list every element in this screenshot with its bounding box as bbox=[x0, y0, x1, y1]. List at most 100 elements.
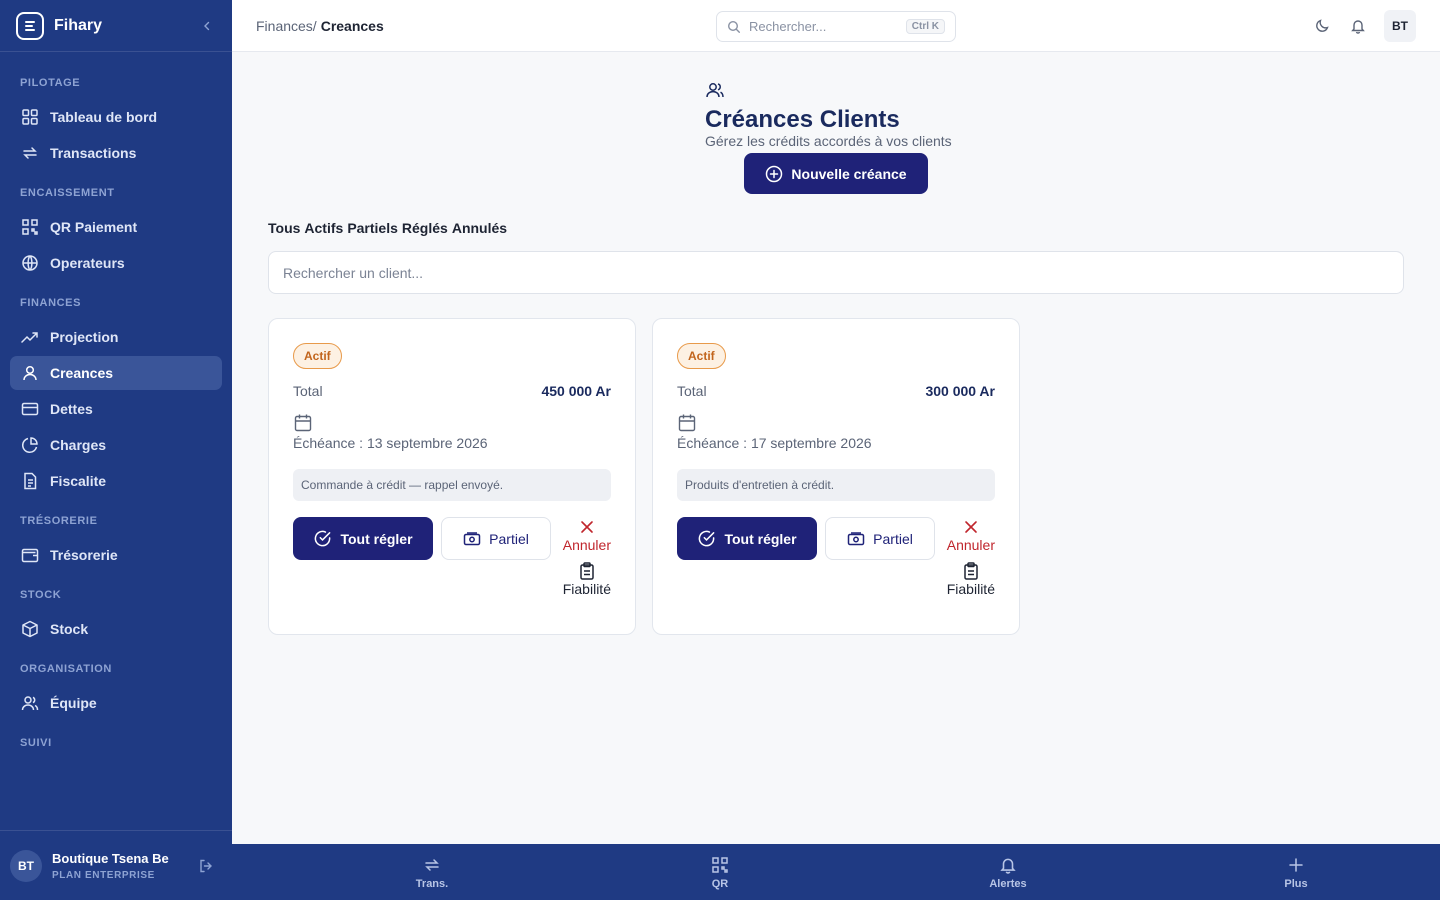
sidebar-item-dettes[interactable]: Dettes bbox=[10, 392, 222, 426]
partial-label: Partiel bbox=[873, 530, 913, 547]
bottom-nav-plus[interactable]: Plus bbox=[1256, 844, 1336, 900]
sidebar-item-projection[interactable]: Projection bbox=[10, 320, 222, 354]
partial-label: Partiel bbox=[489, 530, 529, 547]
grid-icon bbox=[20, 107, 40, 127]
bottom-nav-label: Plus bbox=[1284, 877, 1308, 890]
sidebar-item-charges[interactable]: Charges bbox=[10, 428, 222, 462]
bell-icon bbox=[1351, 19, 1365, 34]
calendar-icon bbox=[293, 413, 313, 433]
partial-payment-button[interactable]: Partiel bbox=[441, 517, 551, 560]
sidebar-item-label: Équipe bbox=[50, 695, 97, 711]
total-row: Total 300 000 Ar bbox=[677, 383, 995, 399]
total-value: 450 000 Ar bbox=[541, 383, 611, 399]
client-search-input[interactable] bbox=[268, 251, 1404, 294]
settle-all-label: Tout régler bbox=[724, 530, 797, 547]
chevron-left-icon bbox=[204, 21, 210, 30]
header-actions: BT bbox=[1300, 9, 1416, 42]
section-title-organisation: ORGANISATION bbox=[20, 663, 112, 675]
clipboard-icon bbox=[577, 561, 597, 581]
section-title-pilotage: PILOTAGE bbox=[20, 77, 81, 89]
search-input[interactable] bbox=[749, 19, 899, 34]
section-title-finances: FINANCES bbox=[20, 297, 82, 309]
sidebar-item-tresorerie[interactable]: Trésorerie bbox=[10, 538, 222, 572]
logout-button[interactable] bbox=[196, 856, 216, 876]
users-icon bbox=[706, 83, 724, 98]
sidebar-item-tableau-de-bord[interactable]: Tableau de bord bbox=[10, 100, 222, 134]
total-row: Total 450 000 Ar bbox=[293, 383, 611, 399]
settle-all-button[interactable]: Tout régler bbox=[677, 517, 817, 560]
sidebar-item-label: Stock bbox=[50, 621, 89, 637]
close-icon bbox=[577, 517, 597, 537]
bottom-nav-trans[interactable]: Trans. bbox=[392, 844, 472, 900]
sidebar-item-label: Tableau de bord bbox=[50, 109, 158, 125]
note: Produits d'entretien à crédit. bbox=[677, 469, 995, 501]
reliability-button[interactable]: Fiabilité bbox=[947, 561, 995, 597]
sidebar-item-label: Operateurs bbox=[50, 255, 125, 271]
sidebar-item-label: Dettes bbox=[50, 401, 93, 417]
reliability-button[interactable]: Fiabilité bbox=[563, 561, 611, 597]
side-actions: Annuler Fiabilité bbox=[947, 517, 995, 597]
avatar[interactable]: BT bbox=[1384, 9, 1416, 42]
filter-tab-partiels[interactable]: Partiels bbox=[347, 220, 398, 236]
new-creance-button[interactable]: Nouvelle créance bbox=[744, 153, 928, 194]
box-icon bbox=[20, 619, 40, 639]
bottom-nav-alertes[interactable]: Alertes bbox=[968, 844, 1048, 900]
sidebar-item-label: Creances bbox=[50, 365, 114, 381]
collapse-sidebar-button[interactable] bbox=[198, 17, 216, 35]
global-search: Ctrl K bbox=[716, 11, 956, 42]
breadcrumb-parent[interactable]: Finances/ bbox=[256, 18, 317, 34]
banknote-icon bbox=[463, 530, 481, 548]
card-actions: Tout régler Partiel Annuler Fiabilité bbox=[677, 517, 995, 597]
settle-all-button[interactable]: Tout régler bbox=[293, 517, 433, 560]
status-badge: Actif bbox=[677, 343, 726, 369]
due-date: Échéance : 13 septembre 2026 bbox=[293, 435, 488, 451]
page-title: Créances Clients bbox=[705, 106, 900, 133]
moon-icon bbox=[1316, 18, 1329, 32]
user-box: BT Boutique Tsena Be PLAN ENTERPRISE bbox=[0, 830, 232, 900]
sidebar-item-operateurs[interactable]: Operateurs bbox=[10, 246, 222, 280]
partial-payment-button[interactable]: Partiel bbox=[825, 517, 935, 560]
filter-tab-annules[interactable]: Annulés bbox=[452, 220, 507, 236]
section-title-stock: STOCK bbox=[20, 589, 62, 601]
filter-tab-regles[interactable]: Réglés bbox=[402, 220, 448, 236]
sidebar-item-creances[interactable]: Creances bbox=[10, 356, 222, 390]
sidebar-item-equipe[interactable]: Équipe bbox=[10, 686, 222, 720]
section-title-encaissement: ENCAISSEMENT bbox=[20, 187, 115, 199]
sidebar-item-fiscalite[interactable]: Fiscalite bbox=[10, 464, 222, 498]
total-label: Total bbox=[677, 383, 707, 399]
creance-card: Actif Total 450 000 Ar Échéance : 13 sep… bbox=[268, 318, 636, 635]
notifications-button[interactable] bbox=[1344, 12, 1372, 40]
bottom-nav-label: Trans. bbox=[415, 877, 449, 890]
due-date: Échéance : 17 septembre 2026 bbox=[677, 435, 872, 451]
repeat-icon bbox=[20, 143, 40, 163]
plus-circle-icon bbox=[765, 165, 783, 183]
sidebar-item-stock[interactable]: Stock bbox=[10, 612, 222, 646]
cancel-button[interactable]: Annuler bbox=[947, 517, 995, 553]
filter-tab-actifs[interactable]: Actifs bbox=[304, 220, 343, 236]
theme-toggle-button[interactable] bbox=[1308, 12, 1336, 40]
card-actions: Tout régler Partiel Annuler Fiabilité bbox=[293, 517, 611, 597]
sidebar-item-label: Projection bbox=[50, 329, 119, 345]
new-creance-label: Nouvelle créance bbox=[791, 165, 907, 182]
cancel-button[interactable]: Annuler bbox=[563, 517, 611, 553]
section-title-suivi: SUIVI bbox=[20, 737, 52, 749]
bottom-nav-qr[interactable]: QR bbox=[680, 844, 760, 900]
reliability-label: Fiabilité bbox=[562, 581, 611, 597]
trend-icon bbox=[20, 327, 40, 347]
status-filters: Tous Actifs Partiels Réglés Annulés bbox=[268, 220, 511, 236]
user-icon bbox=[20, 363, 40, 383]
users-icon bbox=[20, 693, 40, 713]
user-plan: PLAN ENTERPRISE bbox=[52, 869, 155, 881]
avatar: BT bbox=[10, 849, 42, 882]
filter-tab-tous[interactable]: Tous bbox=[268, 220, 300, 236]
sidebar-item-transactions[interactable]: Transactions bbox=[10, 136, 222, 170]
page-subtitle: Gérez les crédits accordés à vos clients bbox=[705, 133, 952, 149]
bottom-nav: Trans. QR Alertes Plus bbox=[232, 844, 1440, 900]
sidebar-item-qr-paiement[interactable]: QR Paiement bbox=[10, 210, 222, 244]
search-icon bbox=[727, 20, 740, 33]
sidebar-item-label: Fiscalite bbox=[50, 473, 107, 489]
close-icon bbox=[961, 517, 981, 537]
calendar-icon bbox=[677, 413, 697, 433]
globe-icon bbox=[20, 253, 40, 273]
plus-icon bbox=[1286, 855, 1306, 875]
